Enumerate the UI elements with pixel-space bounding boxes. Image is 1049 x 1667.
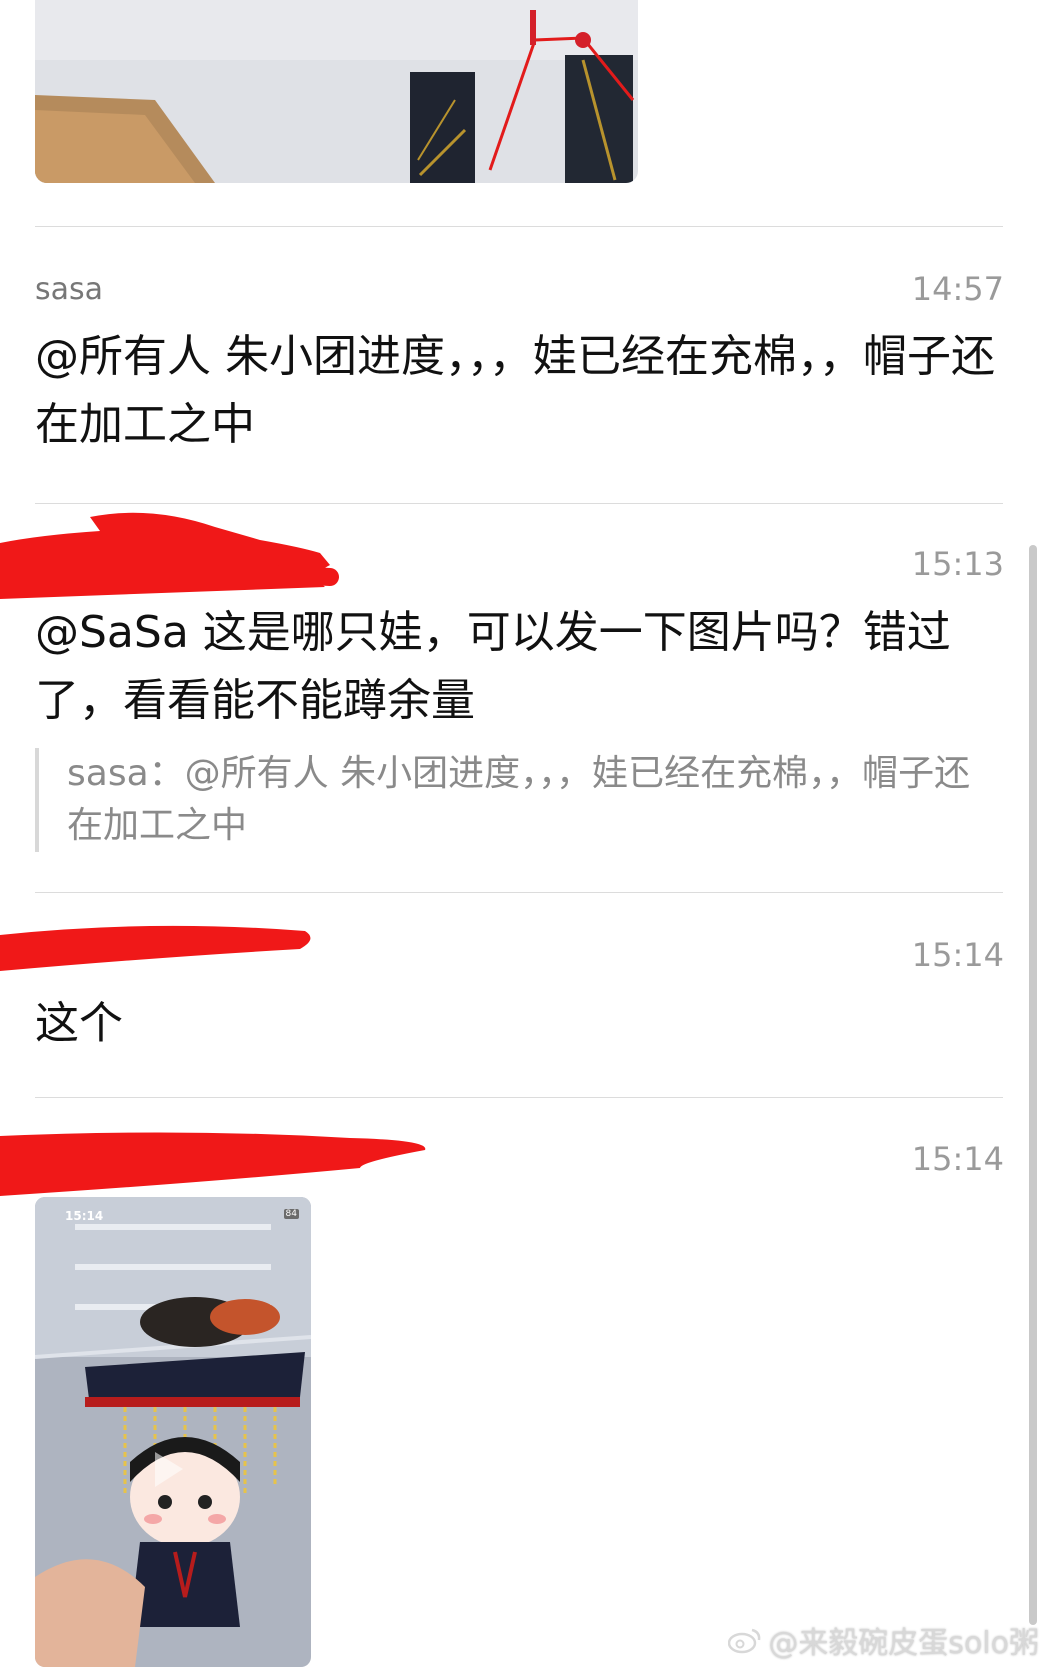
message-divider [35, 892, 1003, 893]
message-text[interactable]: @SaSa 这是哪只娃，可以发一下图片吗？错过了，看看能不能蹲余量 [35, 599, 1005, 735]
message-text[interactable]: 这个 [35, 990, 1005, 1058]
video-status-time: 15:14 [65, 1209, 104, 1223]
message-time: 15:14 [911, 1140, 1004, 1178]
message-divider [35, 1097, 1003, 1098]
message-time: 15:13 [911, 545, 1004, 583]
message-time: 14:57 [911, 270, 1004, 308]
redacted-sender-name [0, 1132, 426, 1196]
doll-video-frame [35, 1197, 311, 1667]
weibo-watermark: @来毅碗皮蛋solo粥 [728, 1618, 1039, 1662]
redacted-sender-name [0, 925, 311, 971]
weibo-logo-icon [728, 1628, 761, 1654]
sender-name: sasa [35, 272, 104, 307]
quoted-reply[interactable]: sasa：@所有人 朱小团进度，，，娃已经在充棉，，帽子还在加工之中 [35, 748, 985, 852]
message-divider [35, 226, 1003, 227]
scrollbar[interactable] [1029, 545, 1037, 1625]
message-time: 15:14 [911, 936, 1004, 974]
message-text[interactable]: @所有人 朱小团进度，，，娃已经在充棉，，帽子还在加工之中 [35, 323, 1005, 459]
hat-parts-photo [35, 0, 638, 183]
shared-video-thumbnail[interactable]: 15:14 84 [35, 1197, 311, 1667]
watermark-text: @来毅碗皮蛋solo粥 [768, 1626, 1039, 1661]
redacted-sender-name [0, 512, 339, 599]
shared-image-fragment[interactable] [35, 0, 638, 183]
video-battery: 84 [283, 1209, 299, 1219]
message-divider [35, 503, 1003, 504]
